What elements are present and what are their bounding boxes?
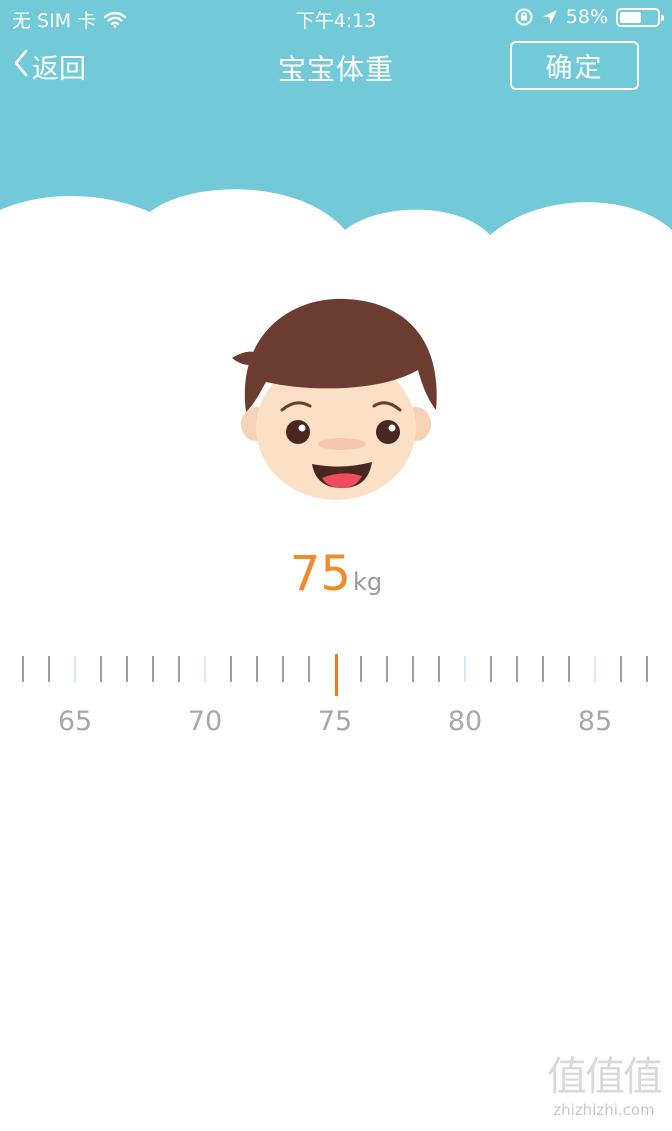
weight-ruler-slider[interactable]: 65 70 75 80 85	[0, 650, 672, 750]
ruler-label: 85	[577, 706, 613, 737]
ruler-tick	[620, 656, 622, 682]
ruler-tick	[48, 656, 50, 682]
ruler-tick	[386, 656, 388, 682]
location-icon	[542, 9, 558, 25]
battery-level-fill	[620, 11, 641, 23]
battery-icon	[616, 7, 664, 27]
weight-value: 75	[289, 546, 351, 602]
ruler-tick	[178, 656, 180, 682]
ruler-tick	[282, 656, 284, 682]
ruler-tick	[568, 656, 570, 682]
ruler-label: 65	[57, 706, 93, 737]
ruler-tick	[464, 656, 466, 682]
ruler-label: 75	[317, 706, 353, 737]
confirm-button[interactable]: 确定	[510, 41, 639, 90]
weight-unit: kg	[352, 568, 383, 596]
status-bar: 无 SIM 卡 下午4:13 58%	[0, 0, 672, 36]
battery-percent: 58%	[565, 6, 608, 28]
ruler-label: 70	[187, 706, 223, 737]
cloud-divider	[0, 189, 672, 290]
ruler-tick	[360, 656, 362, 682]
ruler-tick	[74, 656, 76, 682]
ruler-tick	[204, 656, 206, 682]
ruler-tick	[308, 656, 310, 682]
ruler-tick	[412, 656, 414, 682]
ruler-tick	[438, 656, 440, 682]
ruler-tick	[256, 656, 258, 682]
ruler-tick	[152, 656, 154, 682]
weight-readout: 75 kg	[0, 550, 672, 598]
ruler-tick	[516, 656, 518, 682]
ruler-tick	[646, 656, 648, 682]
ruler-tick	[100, 656, 102, 682]
ruler-tick	[22, 656, 24, 682]
navigation-bar: 返回 宝宝体重 确定	[0, 38, 672, 94]
ruler-tick	[594, 656, 596, 682]
baby-avatar	[232, 298, 437, 500]
ruler-tick	[542, 656, 544, 682]
baby-weight-screen: 无 SIM 卡 下午4:13 58% 返回 宝宝体重 确定 75 kg 65 7…	[0, 0, 672, 1131]
ruler-indicator	[335, 654, 338, 696]
ruler-label: 80	[447, 706, 483, 737]
watermark-logo: 值值值	[547, 1054, 663, 1100]
ruler-tick	[490, 656, 492, 682]
ruler-tick	[126, 656, 128, 682]
site-watermark: 值值值 zhizhizhi.com	[544, 1057, 664, 1119]
ruler-tick	[230, 656, 232, 682]
watermark-text: zhizhizhi.com	[553, 1101, 655, 1119]
lock-rotation-icon	[514, 7, 534, 27]
